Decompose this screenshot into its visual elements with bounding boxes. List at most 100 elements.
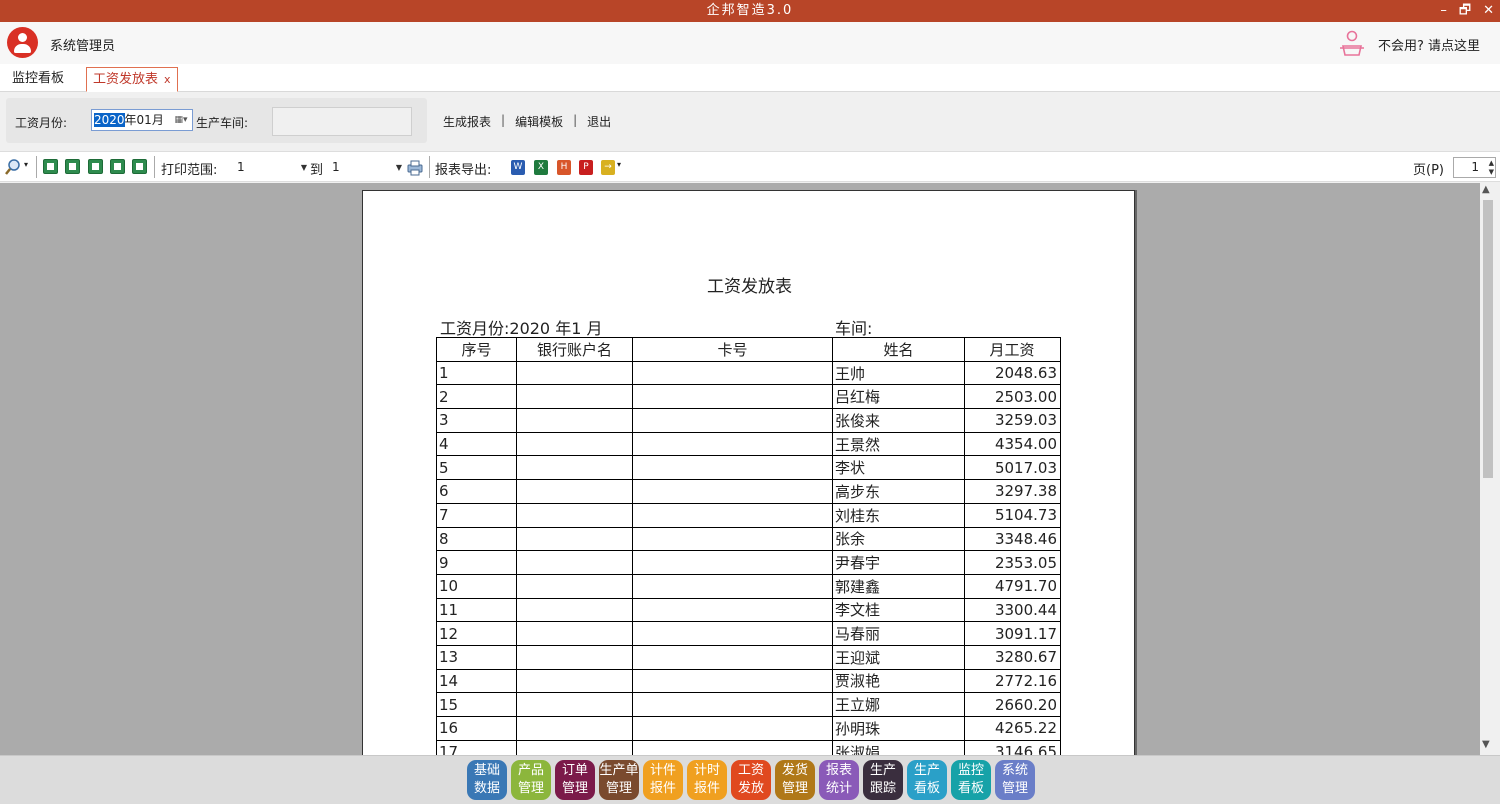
module-button[interactable]: 基础 数据 bbox=[467, 760, 507, 800]
generate-report-button[interactable]: 生成报表 bbox=[443, 113, 491, 130]
salary-month-picker[interactable]: 2020年01月 ▦▾ bbox=[91, 109, 193, 131]
calendar-dropdown-icon[interactable]: ▦▾ bbox=[173, 113, 189, 127]
cell-no: 14 bbox=[436, 668, 517, 694]
scroll-thumb[interactable] bbox=[1483, 200, 1493, 478]
export-label: 报表导出: bbox=[435, 163, 492, 178]
cell-no: 10 bbox=[436, 573, 517, 599]
tab-bar: 监控看板 工资发放表 x bbox=[0, 64, 1500, 92]
export-pdf-icon[interactable]: P bbox=[579, 160, 593, 175]
two-page-icon[interactable] bbox=[65, 159, 80, 174]
export-word-icon[interactable]: W bbox=[511, 160, 525, 175]
cell-name: 孙明珠 bbox=[832, 716, 965, 741]
module-label-line2: 管理 bbox=[517, 781, 544, 796]
edit-template-button[interactable]: 编辑模板 bbox=[515, 113, 563, 130]
cell-account-name bbox=[516, 621, 633, 646]
restore-button[interactable]: 🗗 bbox=[1459, 0, 1471, 22]
module-button[interactable]: 产品 管理 bbox=[511, 760, 551, 800]
cell-salary: 3348.46 bbox=[964, 526, 1061, 552]
chevron-down-icon: ▼ bbox=[300, 163, 307, 172]
module-button[interactable]: 生产 跟踪 bbox=[863, 760, 903, 800]
cell-salary: 4354.00 bbox=[964, 431, 1061, 457]
table-row: 12 马春丽 3091.17 bbox=[436, 621, 1061, 646]
month-rest: 年01月 bbox=[124, 113, 164, 127]
help-link[interactable]: 不会用? 请点这里 bbox=[1378, 35, 1480, 54]
tab-label: 工资发放表 bbox=[93, 72, 159, 87]
module-button[interactable]: 工资 发放 bbox=[731, 760, 771, 800]
workshop-select[interactable] bbox=[272, 107, 412, 136]
page-up-icon[interactable]: ▲ bbox=[1489, 159, 1494, 167]
cell-account-name bbox=[516, 455, 633, 481]
page-down-icon[interactable]: ▼ bbox=[1489, 168, 1494, 176]
cell-no: 17 bbox=[436, 739, 517, 755]
cell-name: 张淑娟 bbox=[832, 739, 965, 755]
separator: | bbox=[573, 113, 578, 127]
page-number-value: 1 bbox=[1471, 160, 1479, 174]
print-from-select[interactable]: 1 ▼ bbox=[237, 159, 307, 176]
close-window-button[interactable]: ✕ bbox=[1483, 0, 1494, 22]
four-page-icon[interactable] bbox=[110, 159, 125, 174]
print-icon[interactable] bbox=[406, 159, 424, 176]
export-dropdown-icon[interactable]: ▾ bbox=[617, 160, 621, 169]
cell-no: 6 bbox=[436, 479, 517, 504]
cell-salary: 3146.65 bbox=[964, 739, 1061, 755]
cell-salary: 3091.17 bbox=[964, 621, 1061, 646]
wide-page-icon[interactable] bbox=[88, 159, 103, 174]
zoom-dropdown-icon[interactable]: ▾ bbox=[24, 160, 28, 169]
module-label-line2: 看板 bbox=[957, 781, 984, 796]
vertical-scrollbar[interactable]: ▲ ▼ bbox=[1480, 183, 1496, 755]
table-row: 6 高步东 3297.38 bbox=[436, 479, 1061, 504]
cell-account-name bbox=[516, 573, 633, 599]
module-button[interactable]: 系统 管理 bbox=[995, 760, 1035, 800]
cell-account-name bbox=[516, 644, 633, 670]
scroll-down-icon[interactable]: ▼ bbox=[1482, 739, 1490, 750]
salary-table: 序号 银行账户名 卡号 姓名 月工资 1 王帅 2048.63 2 吕红梅 2503.00… bbox=[436, 337, 1061, 755]
cell-account-name bbox=[516, 668, 633, 694]
module-button[interactable]: 计件 报件 bbox=[643, 760, 683, 800]
scroll-up-icon[interactable]: ▲ bbox=[1482, 184, 1490, 195]
module-button[interactable]: 生产 看板 bbox=[907, 760, 947, 800]
page-number-stepper[interactable]: 1 ▲ ▼ bbox=[1453, 157, 1496, 178]
module-button[interactable]: 计时 报件 bbox=[687, 760, 727, 800]
cell-salary: 2503.00 bbox=[964, 384, 1061, 410]
cell-card-no bbox=[632, 360, 833, 386]
module-label-line2: 数据 bbox=[473, 781, 500, 796]
avatar-icon[interactable] bbox=[7, 27, 38, 58]
table-header-row: 序号 银行账户名 卡号 姓名 月工资 bbox=[436, 337, 1061, 362]
cell-account-name bbox=[516, 739, 633, 755]
module-button[interactable]: 报表 统计 bbox=[819, 760, 859, 800]
cell-name: 贾淑艳 bbox=[832, 668, 965, 694]
module-label-line2: 报件 bbox=[649, 781, 676, 796]
report-workshop: 车间: bbox=[835, 319, 873, 338]
zoom-icon[interactable] bbox=[4, 158, 22, 176]
cell-salary: 4265.22 bbox=[964, 716, 1061, 741]
module-label-line2: 跟踪 bbox=[869, 781, 896, 796]
single-page-icon[interactable] bbox=[43, 159, 58, 174]
export-html-icon[interactable]: H bbox=[557, 160, 571, 175]
multi-page-icon[interactable] bbox=[132, 159, 147, 174]
tab-close-icon[interactable]: x bbox=[164, 73, 171, 86]
module-label-line2: 管理 bbox=[781, 781, 808, 796]
help-person-icon[interactable] bbox=[1337, 28, 1367, 58]
cell-no: 16 bbox=[436, 716, 517, 741]
cell-name: 王帅 bbox=[832, 360, 965, 386]
module-label-line1: 发货 bbox=[781, 763, 808, 778]
module-button[interactable]: 发货 管理 bbox=[775, 760, 815, 800]
export-other-icon[interactable]: → bbox=[601, 160, 615, 175]
table-row: 11 李文桂 3300.44 bbox=[436, 597, 1061, 623]
module-button[interactable]: 生产单 管理 bbox=[599, 760, 639, 800]
cell-no: 11 bbox=[436, 597, 517, 623]
cell-salary: 3300.44 bbox=[964, 597, 1061, 623]
toolbar-separator bbox=[36, 156, 37, 178]
preview-toolbar: ▾ 打印范围: 1 ▼ 到 1 ▼ 报表导出: W X H P → ▾ 页(P) 1… bbox=[0, 151, 1500, 182]
exit-button[interactable]: 退出 bbox=[587, 113, 611, 130]
table-row: 9 尹春宇 2353.05 bbox=[436, 550, 1061, 575]
report-preview-area[interactable]: 工资发放表 工资月份:2020 年1 月 车间: 序号 银行账户名 卡号 姓名 … bbox=[0, 183, 1480, 755]
minimize-button[interactable]: – bbox=[1440, 0, 1447, 22]
export-excel-icon[interactable]: X bbox=[534, 160, 548, 175]
tab-monitor-board[interactable]: 监控看板 bbox=[6, 67, 70, 92]
module-button[interactable]: 订单 管理 bbox=[555, 760, 595, 800]
tab-salary-report[interactable]: 工资发放表 x bbox=[86, 67, 178, 92]
print-to-select[interactable]: 1 ▼ bbox=[332, 159, 402, 176]
module-button[interactable]: 监控 看板 bbox=[951, 760, 991, 800]
cell-salary: 5017.03 bbox=[964, 455, 1061, 481]
